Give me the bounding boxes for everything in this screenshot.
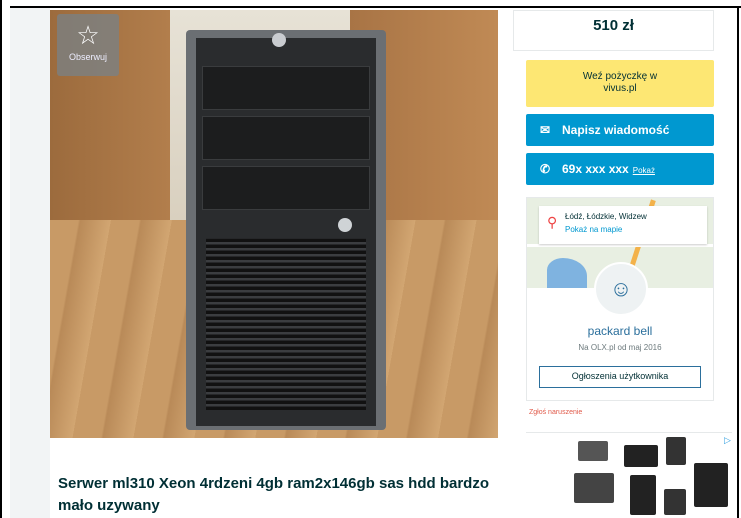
ad-device-5 — [574, 473, 614, 503]
ad-device-4 — [694, 463, 728, 507]
loan-banner[interactable]: Weź pożyczkę w vivus.pl — [526, 60, 714, 107]
power-button — [338, 218, 352, 232]
envelope-icon: ✉ — [540, 123, 551, 137]
front-grill — [206, 238, 366, 410]
report-link[interactable]: Zgłoś naruszenie — [529, 409, 582, 416]
phone-icon: ✆ — [540, 162, 551, 176]
map-road-2 — [527, 244, 713, 247]
drive-bay-2 — [202, 166, 370, 210]
loan-text-2: vivus.pl — [603, 83, 637, 94]
listing-title-line2: mało uzywany — [58, 497, 160, 514]
map-water — [547, 258, 587, 288]
listing-title: Serwer ml310 Xeon 4rdzeni 4gb ram2x146gb… — [58, 474, 498, 494]
phone-label: 69x xxx xxx Pokaż — [562, 153, 655, 187]
ad-device-2 — [624, 445, 658, 467]
top-border — [0, 0, 741, 8]
ad-choices-icon[interactable]: ▷ — [724, 435, 731, 446]
price-box: 510 zł — [513, 10, 714, 51]
show-on-map-link[interactable]: Pokaż na mapie — [565, 225, 622, 234]
member-since: Na OLX.pl od maj 2016 — [578, 343, 662, 352]
hp-logo — [272, 33, 286, 47]
star-icon: ☆ — [76, 20, 100, 50]
loan-text-1: Weź pożyczkę w — [582, 71, 658, 82]
ad-banner[interactable]: ▷ — [526, 432, 732, 518]
location-card: ⚲ Łódź, Łódzkie, Widzew Pokaż na mapie — [539, 206, 707, 244]
send-message-label: Napisz wiadomość — [562, 123, 670, 137]
location-text: Łódź, Łódzkie, Widzew — [565, 212, 647, 221]
watch-label: Obserwuj — [68, 52, 107, 62]
seller-name[interactable]: packard bell — [527, 324, 713, 338]
ad-device-1 — [578, 441, 608, 461]
left-border — [0, 0, 10, 518]
listing-title-cont: mało uzywany — [58, 496, 498, 516]
dvd-bay — [202, 66, 370, 110]
seller-card: ⚲ Łódź, Łódzkie, Widzew Pokaż na mapie ☺… — [526, 197, 714, 401]
phone-number: 69x xxx xxx — [562, 162, 629, 176]
user-icon: ☺ — [594, 262, 648, 316]
watch-button[interactable]: ☆ Obserwuj — [57, 14, 119, 76]
show-phone-link[interactable]: Pokaż — [633, 166, 655, 175]
ad-device-3 — [666, 437, 686, 465]
price: 510 zł — [593, 17, 634, 34]
ad-device-6 — [630, 475, 656, 515]
drive-bay — [202, 116, 370, 160]
ad-device-7 — [664, 489, 686, 515]
phone-button[interactable]: ✆ 69x xxx xxx Pokaż — [526, 153, 714, 185]
send-message-button[interactable]: ✉ Napisz wiadomość — [526, 114, 714, 146]
location-pin-icon: ⚲ — [547, 214, 558, 230]
left-gutter — [10, 8, 50, 518]
right-border — [737, 8, 739, 518]
user-ads-button[interactable]: Ogłoszenia użytkownika — [539, 366, 701, 388]
server-tower — [186, 30, 386, 430]
listing-title-line1: Serwer ml310 Xeon 4rdzeni 4gb ram2x146gb… — [58, 475, 489, 492]
